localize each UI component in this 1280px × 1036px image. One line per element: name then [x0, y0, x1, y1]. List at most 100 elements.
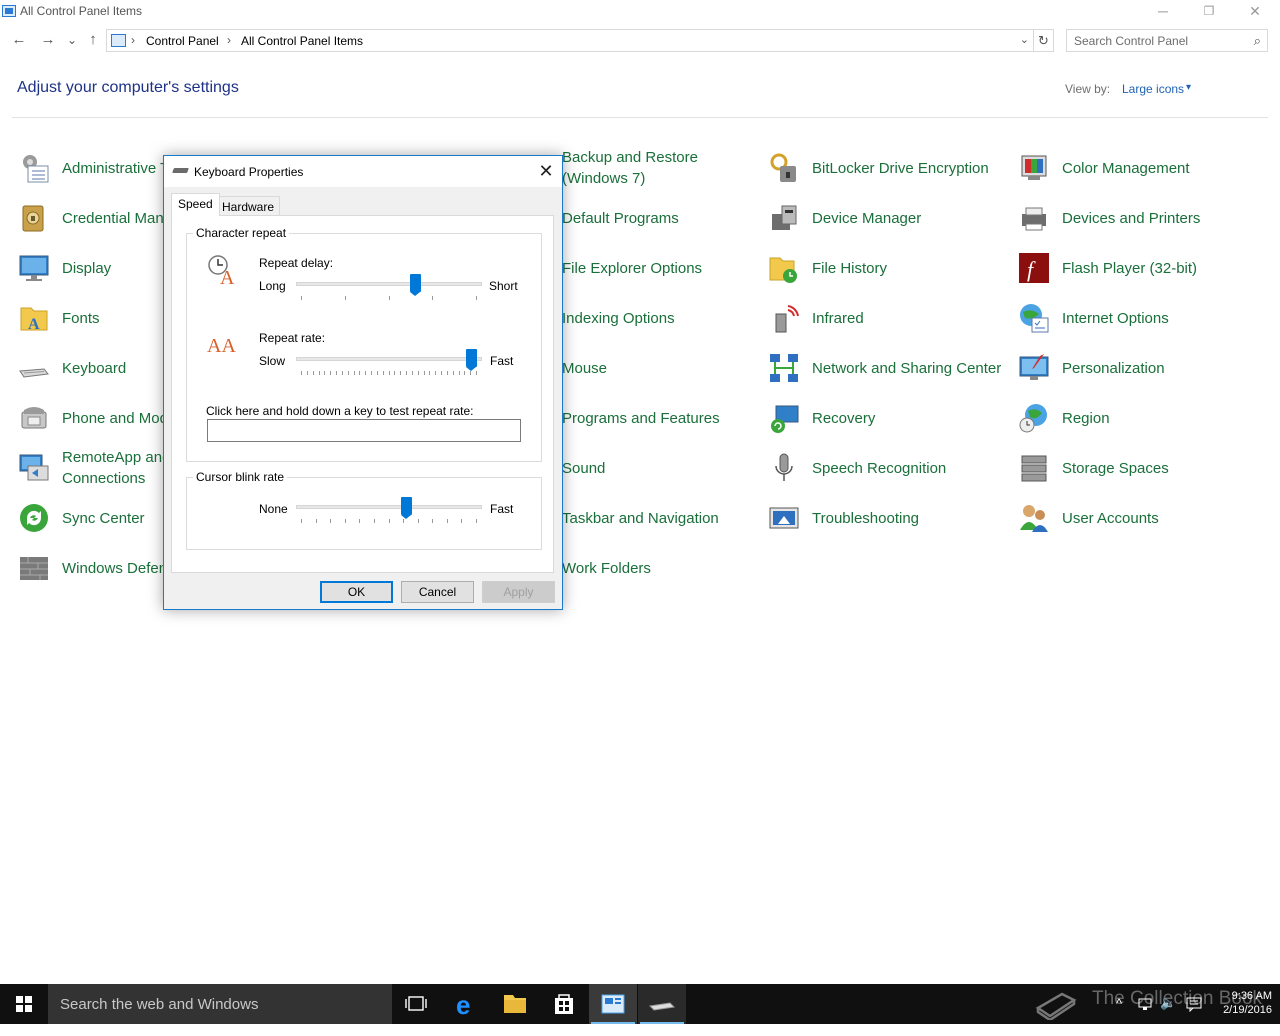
item-label[interactable]: Indexing Options — [562, 296, 675, 340]
slider-tick — [441, 371, 442, 375]
cancel-button[interactable]: Cancel — [401, 581, 474, 603]
slider-thumb[interactable] — [410, 274, 421, 296]
item-troubleshooting[interactable]: Troubleshooting — [768, 496, 1013, 540]
item-label[interactable]: Personalization — [1062, 346, 1165, 390]
item-label[interactable]: BitLocker Drive Encryption — [812, 146, 989, 190]
item-color-management[interactable]: Color Management — [1018, 146, 1263, 190]
item-label[interactable]: Taskbar and Navigation — [562, 496, 719, 540]
breadcrumb-all-items[interactable]: All Control Panel Items — [241, 34, 363, 48]
address-dropdown-icon[interactable]: ⌄ — [1020, 33, 1029, 46]
item-label[interactable]: Device Manager — [812, 196, 921, 240]
item-flash-player[interactable]: f Flash Player (32-bit) — [1018, 246, 1263, 290]
breadcrumb-separator[interactable]: › — [131, 33, 135, 47]
repeat-delay-slider[interactable] — [296, 274, 482, 300]
item-label[interactable]: Fonts — [62, 296, 100, 340]
item-label[interactable]: Region — [1062, 396, 1110, 440]
item-label[interactable]: Color Management — [1062, 146, 1190, 190]
test-repeat-input[interactable] — [207, 419, 521, 442]
item-personalization[interactable]: Personalization — [1018, 346, 1263, 390]
item-label[interactable]: Default Programs — [562, 196, 679, 240]
color-management-icon — [1021, 155, 1047, 180]
start-button[interactable] — [0, 984, 48, 1024]
bitlocker-icon — [770, 153, 796, 182]
tray-chevron-icon[interactable]: ^ — [1116, 996, 1122, 1036]
item-label[interactable]: Sound — [562, 446, 605, 490]
item-label[interactable]: Recovery — [812, 396, 875, 440]
taskbar-file-explorer[interactable] — [491, 984, 539, 1024]
item-label[interactable]: Display — [62, 246, 111, 290]
item-internet-options[interactable]: Internet Options — [1018, 296, 1263, 340]
up-button[interactable]: ↑ — [83, 30, 103, 50]
tab-speed[interactable]: Speed — [171, 193, 220, 216]
close-button[interactable]: ✕ — [1232, 0, 1278, 24]
network-icon[interactable] — [1137, 996, 1153, 1012]
repeat-rate-slider[interactable] — [296, 349, 482, 375]
item-storage-spaces[interactable]: Storage Spaces — [1018, 446, 1263, 490]
item-label[interactable]: Work Folders — [562, 546, 651, 590]
forward-button[interactable]: → — [38, 30, 58, 50]
item-label[interactable]: File Explorer Options — [562, 246, 702, 290]
item-bitlocker[interactable]: BitLocker Drive Encryption — [768, 146, 1013, 190]
item-label[interactable]: Network and Sharing Center — [812, 346, 1002, 390]
view-by-caret-icon[interactable]: ▾ — [1186, 82, 1191, 93]
item-user-accounts[interactable]: User Accounts — [1018, 496, 1263, 540]
slider-tick — [345, 519, 346, 523]
recent-locations-button[interactable]: ⌄ — [62, 30, 82, 50]
item-label[interactable]: Mouse — [562, 346, 607, 390]
item-label[interactable]: Sync Center — [62, 496, 145, 540]
dialog-close-button[interactable]: ✕ — [532, 158, 560, 184]
item-label[interactable]: Storage Spaces — [1062, 446, 1169, 490]
item-speech-recognition[interactable]: Speech Recognition — [768, 446, 1013, 490]
item-label[interactable]: Speech Recognition — [812, 446, 946, 490]
slider-thumb[interactable] — [401, 497, 412, 519]
item-label[interactable]: Programs and Features — [562, 396, 720, 440]
item-file-history[interactable]: File History — [768, 246, 1013, 290]
internet-options-icon — [1020, 304, 1049, 333]
taskbar-store[interactable] — [540, 984, 588, 1024]
item-label[interactable]: Internet Options — [1062, 296, 1169, 340]
item-recovery[interactable]: Recovery — [768, 396, 1013, 440]
item-label[interactable]: Keyboard — [62, 346, 126, 390]
taskbar-search-placeholder[interactable]: Search the web and Windows — [60, 996, 258, 1013]
taskbar-search-box[interactable]: Search the web and Windows — [48, 984, 392, 1024]
address-bar[interactable]: › Control Panel › All Control Panel Item… — [106, 29, 1034, 52]
search-input[interactable] — [1067, 30, 1243, 51]
apply-button[interactable]: Apply — [482, 581, 555, 603]
taskbar-edge[interactable]: e — [442, 984, 490, 1024]
item-network-and-sharing-center[interactable]: Network and Sharing Center — [768, 346, 1013, 390]
taskbar-keyboard-properties[interactable] — [638, 984, 686, 1024]
slider-thumb[interactable] — [466, 349, 477, 371]
taskbar-control-panel[interactable] — [589, 984, 637, 1024]
control-panel-icon — [601, 994, 625, 1014]
ok-button[interactable]: OK — [320, 581, 393, 603]
item-devices-and-printers[interactable]: Devices and Printers — [1018, 196, 1263, 240]
search-box[interactable]: ⌕ — [1066, 29, 1268, 52]
item-label[interactable]: Backup and Restore (Windows 7) — [562, 146, 752, 190]
item-region[interactable]: Region — [1018, 396, 1263, 440]
item-label[interactable]: Infrared — [812, 296, 864, 340]
volume-icon[interactable]: 🔈 — [1160, 995, 1176, 1035]
item-device-manager[interactable]: Device Manager — [768, 196, 1013, 240]
action-center-icon[interactable] — [1186, 996, 1202, 1012]
tab-hardware[interactable]: Hardware — [216, 196, 281, 216]
breadcrumb-control-panel[interactable]: Control Panel — [146, 34, 219, 48]
search-icon[interactable]: ⌕ — [1254, 33, 1261, 49]
view-by-dropdown[interactable]: Large icons — [1122, 82, 1184, 96]
item-label[interactable]: Devices and Printers — [1062, 196, 1200, 240]
item-label[interactable]: Flash Player (32-bit) — [1062, 246, 1197, 290]
slider-tick — [345, 296, 346, 300]
taskbar-clock[interactable]: 9:36 AM 2/19/2016 — [1212, 989, 1272, 1017]
item-infrared[interactable]: Infrared — [768, 296, 1013, 340]
item-label[interactable]: User Accounts — [1062, 496, 1159, 540]
minimize-button[interactable]: ─ — [1140, 0, 1186, 24]
breadcrumb-separator[interactable]: › — [227, 33, 231, 47]
item-label[interactable]: File History — [812, 246, 887, 290]
restore-button[interactable]: ❐ — [1186, 0, 1232, 24]
slider-tick — [432, 519, 433, 523]
cursor-blink-slider[interactable] — [296, 497, 482, 523]
back-button[interactable]: ← — [9, 30, 29, 50]
item-label[interactable]: Troubleshooting — [812, 496, 919, 540]
refresh-button[interactable]: ↻ — [1034, 29, 1054, 52]
watermark-book-icon — [1035, 992, 1077, 1020]
task-view-button[interactable] — [392, 984, 440, 1024]
